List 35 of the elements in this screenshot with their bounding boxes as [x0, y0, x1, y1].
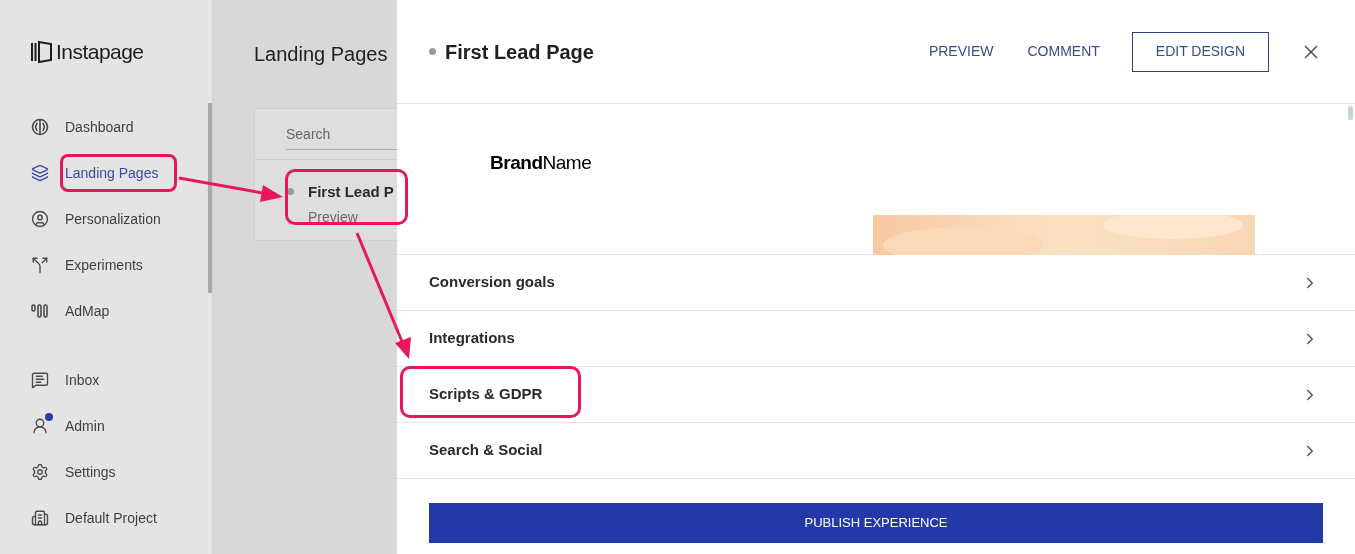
sidebar-item[interactable]: Inbox: [0, 357, 212, 403]
action-link[interactable]: PREVIEW: [918, 32, 1004, 71]
sidebar-item[interactable]: Dashboard: [0, 104, 212, 150]
message-icon: [31, 371, 49, 389]
user-icon: [31, 417, 49, 435]
layers-icon: [31, 164, 49, 182]
page-status: Preview: [308, 207, 359, 227]
scrollbar[interactable]: [1348, 106, 1353, 120]
action-button[interactable]: EDIT DESIGN: [1131, 31, 1269, 72]
dashboard-icon: [31, 118, 49, 136]
settings-section[interactable]: Scripts & GDPR: [397, 367, 1355, 423]
page-name[interactable]: First Lead P: [308, 181, 394, 204]
sidebar-item[interactable]: Personalization: [0, 196, 212, 242]
user-circle-icon: [31, 210, 49, 228]
search-field[interactable]: Search: [286, 124, 397, 150]
sidebar-item[interactable]: Experiments: [0, 242, 212, 288]
sidebar-item[interactable]: Settings: [0, 449, 212, 495]
bars-icon: [31, 302, 49, 320]
building-icon: [31, 509, 49, 527]
logo-icon: [30, 40, 54, 64]
scrollbar[interactable]: [208, 103, 212, 293]
settings-section[interactable]: Search & Social: [397, 423, 1355, 479]
panel-title: First Lead Page: [445, 39, 595, 65]
settings-icon: [31, 463, 49, 481]
brand-name: BrandName: [490, 152, 592, 173]
sidebar-item[interactable]: Default Project: [0, 495, 212, 541]
sidebar-item[interactable]: Landing Pages: [0, 150, 212, 196]
sidebar-item[interactable]: Admin: [0, 403, 212, 449]
sidebar-item[interactable]: AdMap: [0, 288, 212, 334]
logo-text: Instapage: [56, 39, 144, 66]
publish-button[interactable]: PUBLISH EXPERIENCE: [429, 503, 1323, 543]
settings-section[interactable]: Conversion goals: [397, 255, 1355, 311]
page-title: Landing Pages: [254, 42, 389, 67]
action-link[interactable]: COMMENT: [1017, 32, 1110, 71]
split-icon: [31, 256, 49, 274]
